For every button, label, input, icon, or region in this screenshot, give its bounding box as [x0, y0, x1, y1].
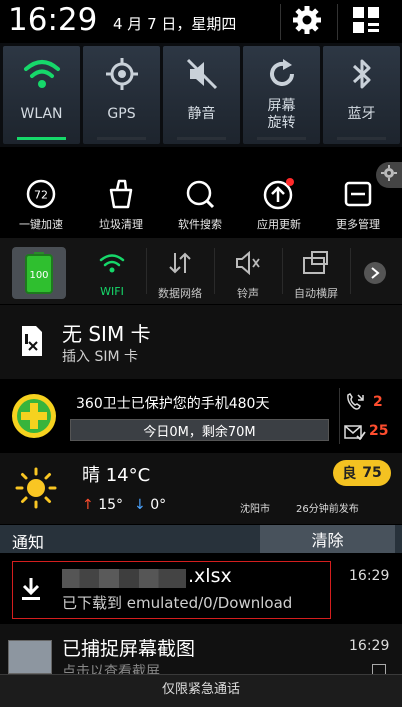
wifi-icon	[79, 246, 145, 280]
sim-subtitle: 插入 SIM 卡	[62, 349, 138, 365]
update-icon	[246, 174, 312, 214]
quick-label: WIFI	[100, 285, 124, 298]
tool-clean[interactable]: 垃圾清理	[88, 150, 154, 238]
wifi-icon	[3, 52, 80, 96]
weather-low: ↓ 0°	[134, 497, 166, 513]
gear-icon	[381, 165, 397, 185]
toggle-wlan[interactable]: WLAN	[3, 46, 80, 144]
message-icon	[344, 424, 366, 444]
battery-button[interactable]: 100	[12, 247, 66, 299]
security-title: 360卫士已保护您的手机480天	[76, 396, 270, 412]
toggle-label: 蓝牙	[347, 106, 376, 122]
notifications-title: 通知	[12, 533, 45, 552]
gear-icon	[291, 4, 323, 40]
tools-settings-button[interactable]	[376, 162, 402, 188]
tool-label: 一键加速	[19, 218, 63, 231]
weather-high-value: 15°	[98, 497, 124, 513]
rotate-icon	[243, 52, 320, 96]
quick-label: 自动横屏	[294, 287, 338, 300]
weather-city: 沈阳市	[240, 504, 270, 515]
tool-label: 更多管理	[336, 218, 380, 231]
toggle-label: 屏幕 旋转	[267, 98, 296, 131]
speed-value: 72	[34, 189, 48, 202]
security-status: 今日0M，剩余70M	[70, 419, 329, 441]
toggle-label: 静音	[187, 106, 216, 122]
grid-icon	[351, 5, 381, 39]
aqi-label: 良	[342, 466, 357, 482]
date-label: 4 月 7 日，星期四	[113, 15, 237, 33]
settings-button[interactable]	[282, 0, 332, 44]
toggle-mute[interactable]: 静音	[163, 46, 240, 144]
mute-icon	[163, 52, 240, 96]
sim-title: 无 SIM 卡	[62, 322, 151, 346]
rotate-icon	[283, 246, 349, 280]
quick-wifi[interactable]: WIFI	[79, 238, 145, 304]
toggle-label: WLAN	[20, 106, 63, 122]
quick-row-next-button[interactable]	[364, 262, 386, 284]
clock-time: 16:29	[8, 2, 98, 38]
battery-level: 100	[29, 270, 48, 281]
aqi-badge: 良 75	[333, 460, 391, 486]
notification-title: .xlsx	[188, 565, 232, 587]
trash-icon	[88, 174, 154, 214]
missed-call-icon	[345, 393, 365, 415]
edit-toggles-button[interactable]	[340, 0, 392, 44]
tool-label: 软件搜索	[178, 218, 222, 231]
tool-app-update[interactable]: 应用更新	[246, 150, 312, 238]
redacted-filename	[62, 569, 186, 588]
tools-panel: 72 一键加速 垃圾清理 软件搜索 应用更新 更多管理	[0, 150, 402, 238]
missed-call-count: 2	[373, 394, 383, 410]
tool-speed-up[interactable]: 72 一键加速	[8, 150, 74, 238]
notification-time: 16:29	[349, 568, 390, 584]
weather-condition: 晴 14°C	[82, 465, 151, 486]
clear-button[interactable]: 清除	[260, 525, 395, 553]
quick-label: 铃声	[237, 287, 259, 300]
toggle-label: GPS	[107, 106, 136, 122]
notification-title: 已捕捉屏幕截图	[62, 638, 196, 660]
gps-icon	[83, 52, 160, 96]
message-count: 25	[369, 423, 389, 439]
quick-data[interactable]: 数据网络	[147, 238, 213, 304]
screenshot-notification[interactable]	[0, 624, 402, 674]
weather-low-value: 0°	[150, 497, 167, 513]
speed-icon: 72	[8, 174, 74, 214]
search-icon	[167, 174, 233, 214]
notification-subtitle: 已下载到 emulated/0/Download	[62, 594, 293, 612]
tool-software-search[interactable]: 软件搜索	[167, 150, 233, 238]
toggle-gps[interactable]: GPS	[83, 46, 160, 144]
tool-label: 垃圾清理	[99, 218, 143, 231]
quick-ringtone[interactable]: 铃声	[215, 238, 281, 304]
notification-subtitle: 点击以查看截屏	[62, 664, 160, 674]
bluetooth-icon	[323, 52, 400, 96]
emergency-calls-label: 仅限紧急通话	[161, 682, 240, 697]
data-icon	[147, 246, 213, 280]
quick-toggles-panel: WLAN GPS 静音 屏幕 旋转 蓝牙	[0, 43, 402, 147]
sun-icon	[14, 466, 58, 510]
ring-icon	[215, 246, 281, 280]
weather-published: 26分钟前发布	[296, 504, 359, 515]
arrow-up-icon: ↑	[82, 497, 94, 513]
share-icon	[372, 664, 386, 674]
toggle-bluetooth[interactable]: 蓝牙	[323, 46, 400, 144]
quick-label: 数据网络	[158, 287, 202, 300]
sim-notification[interactable]	[0, 305, 402, 379]
chevron-right-icon	[370, 264, 380, 283]
arrow-down-icon: ↓	[134, 497, 146, 513]
quick-auto-rotate[interactable]: 自动横屏	[283, 238, 349, 304]
sim-icon	[20, 324, 44, 358]
aqi-value: 75	[362, 465, 382, 481]
weather-high: ↑ 15°	[82, 497, 123, 513]
security-widget[interactable]	[0, 380, 402, 452]
screenshot-thumbnail	[8, 640, 52, 674]
download-icon	[20, 576, 42, 602]
toggle-rotate[interactable]: 屏幕 旋转	[243, 46, 320, 144]
notification-time: 16:29	[349, 638, 390, 654]
tool-label: 应用更新	[257, 218, 301, 231]
shield-logo-icon	[10, 392, 58, 440]
